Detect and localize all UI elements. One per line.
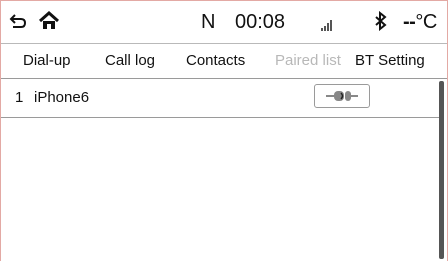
home-icon[interactable]	[38, 10, 60, 32]
temperature-readout: --°C	[403, 10, 437, 34]
temperature-value: --	[403, 11, 416, 33]
plug-connect-icon	[326, 91, 358, 101]
gear-indicator: N	[201, 11, 216, 33]
bluetooth-phone-screen: N 00:08 --°C Dial-up Call log Contacts P…	[0, 0, 448, 261]
temperature-unit: °C	[415, 11, 437, 33]
clock: 00:08	[235, 11, 286, 33]
connect-button[interactable]	[314, 84, 370, 108]
status-bar: N 00:08 --°C	[1, 1, 447, 44]
tab-bt-setting[interactable]: BT Setting	[355, 44, 425, 78]
tab-call-log[interactable]: Call log	[105, 44, 155, 78]
back-arrow-icon[interactable]	[9, 10, 27, 32]
device-index: 1	[15, 89, 24, 106]
tab-paired-list[interactable]: Paired list	[275, 44, 341, 78]
tab-contacts[interactable]: Contacts	[186, 44, 245, 78]
tab-bar: Dial-up Call log Contacts Paired list BT…	[1, 44, 447, 79]
signal-bars-icon	[320, 15, 334, 31]
tab-dial-up[interactable]: Dial-up	[23, 44, 71, 78]
paired-device-row[interactable]: 1 iPhone6	[1, 79, 439, 118]
device-name: iPhone6	[34, 89, 90, 106]
paired-device-list: 1 iPhone6	[1, 79, 447, 261]
bluetooth-icon	[374, 10, 388, 32]
scrollbar[interactable]	[439, 81, 444, 259]
